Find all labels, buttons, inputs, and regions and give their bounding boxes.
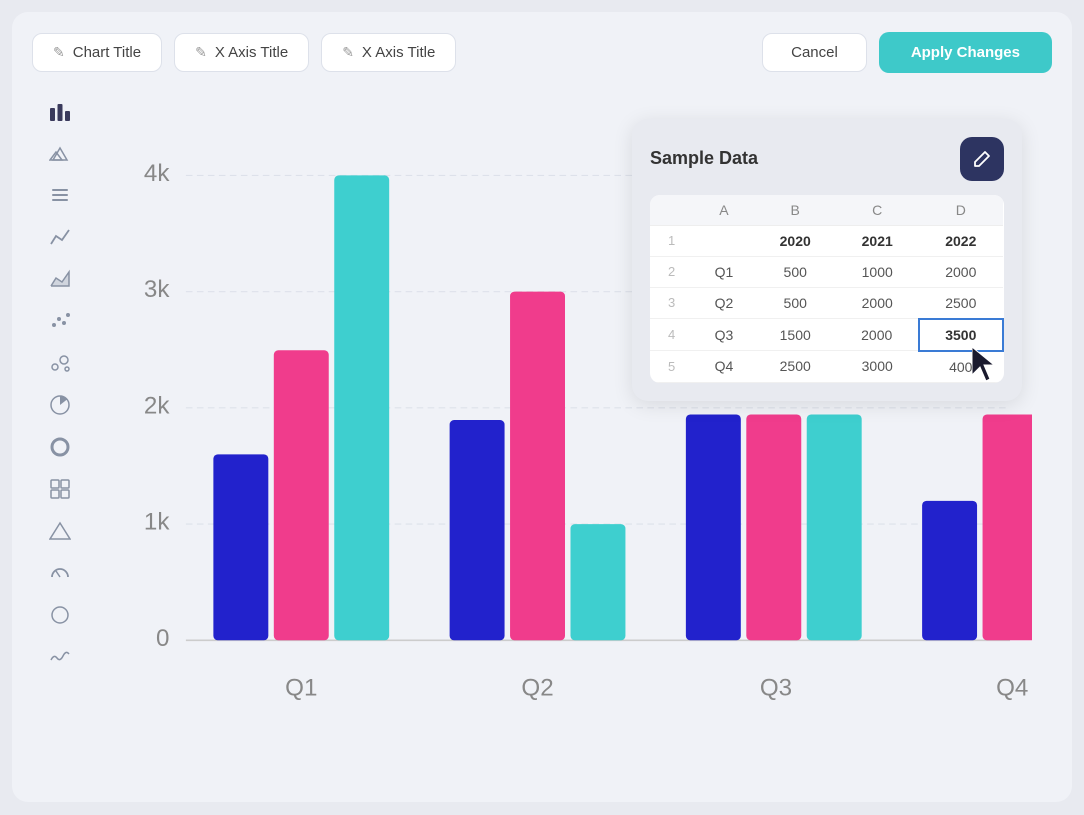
cell-2a[interactable]: Q1	[693, 256, 754, 287]
cell-2b[interactable]: 500	[755, 256, 836, 287]
col-header-b: B	[755, 195, 836, 226]
svg-text:3k: 3k	[144, 276, 170, 303]
pencil-icon-xaxis: ✎	[195, 44, 207, 61]
svg-text:2k: 2k	[144, 392, 170, 419]
col-header-c: C	[836, 195, 919, 226]
bubble-icon[interactable]	[42, 345, 78, 381]
y-axis-title-button[interactable]: ✎ X Axis Title	[321, 33, 456, 72]
svg-text:0: 0	[156, 624, 169, 651]
sidebar	[32, 89, 88, 815]
cell-1d[interactable]: 2022	[919, 225, 1003, 256]
treemap-icon[interactable]	[42, 471, 78, 507]
triangle-icon[interactable]	[42, 513, 78, 549]
cell-1b[interactable]: 2020	[755, 225, 836, 256]
pencil-icon-yaxis: ✎	[342, 44, 354, 61]
main-container: ✎ Chart Title ✎ X Axis Title ✎ X Axis Ti…	[12, 12, 1072, 802]
cell-3a[interactable]: Q2	[693, 287, 754, 319]
bar-chart-icon[interactable]	[42, 93, 78, 129]
table-row: 3 Q2 500 2000 2500	[650, 287, 1003, 319]
content-area: 4k 3k 2k 1k 0	[32, 89, 1052, 815]
cell-2d[interactable]: 2000	[919, 256, 1003, 287]
gauge-icon[interactable]	[42, 555, 78, 591]
y-axis-title-label: X Axis Title	[362, 44, 435, 61]
dot-scatter-icon[interactable]	[42, 303, 78, 339]
x-axis-title-label: X Axis Title	[215, 44, 288, 61]
donut-icon[interactable]	[42, 429, 78, 465]
cell-4d-highlighted[interactable]: 3500	[919, 319, 1003, 351]
svg-text:1k: 1k	[144, 508, 170, 535]
area-chart-icon[interactable]	[42, 261, 78, 297]
col-header-empty	[650, 195, 693, 226]
toolbar: ✎ Chart Title ✎ X Axis Title ✎ X Axis Ti…	[32, 32, 1052, 73]
chart-title-button[interactable]: ✎ Chart Title	[32, 33, 162, 72]
row-num-4: 4	[650, 319, 693, 351]
cancel-button[interactable]: Cancel	[762, 33, 867, 72]
cell-5c[interactable]: 3000	[836, 351, 919, 383]
table-row: 4 Q3 1500 2000 3500	[650, 319, 1003, 351]
svg-text:Q2: Q2	[521, 674, 553, 701]
list-icon[interactable]	[42, 177, 78, 213]
col-header-d: D	[919, 195, 1003, 226]
mountain-chart-icon[interactable]	[42, 135, 78, 171]
circle-icon[interactable]	[42, 597, 78, 633]
table-row: 1 2020 2021 2022	[650, 225, 1003, 256]
cell-3d[interactable]: 2500	[919, 287, 1003, 319]
sample-data-panel: Sample Data A B C D	[632, 119, 1022, 401]
data-table: A B C D 1 2020 2021	[650, 195, 1004, 383]
edit-data-button[interactable]	[960, 137, 1004, 181]
svg-text:Q1: Q1	[285, 674, 317, 701]
apply-changes-button[interactable]: Apply Changes	[879, 32, 1052, 73]
cell-5a[interactable]: Q4	[693, 351, 754, 383]
pencil-icon-chart: ✎	[53, 44, 65, 61]
apply-label: Apply Changes	[911, 44, 1020, 61]
cell-4c[interactable]: 2000	[836, 319, 919, 351]
cell-5b[interactable]: 2500	[755, 351, 836, 383]
cell-3b[interactable]: 500	[755, 287, 836, 319]
wave-icon[interactable]	[42, 639, 78, 675]
cancel-label: Cancel	[791, 44, 838, 61]
chart-title-label: Chart Title	[73, 44, 141, 61]
row-num-5: 5	[650, 351, 693, 383]
chart-area: 4k 3k 2k 1k 0	[98, 109, 1032, 795]
cell-4b[interactable]: 1500	[755, 319, 836, 351]
cell-4a[interactable]: Q3	[693, 319, 754, 351]
cell-1c[interactable]: 2021	[836, 225, 919, 256]
sample-data-title: Sample Data	[650, 148, 758, 169]
table-row: 5 Q4 2500 3000 400	[650, 351, 1003, 383]
cell-2c[interactable]: 1000	[836, 256, 919, 287]
x-axis-title-button[interactable]: ✎ X Axis Title	[174, 33, 309, 72]
pie-chart-icon[interactable]	[42, 387, 78, 423]
row-num-3: 3	[650, 287, 693, 319]
sample-data-header: Sample Data	[650, 137, 1004, 181]
table-row: 2 Q1 500 1000 2000	[650, 256, 1003, 287]
cell-3c[interactable]: 2000	[836, 287, 919, 319]
col-header-a: A	[693, 195, 754, 226]
cell-1a[interactable]	[693, 225, 754, 256]
svg-text:Q3: Q3	[760, 674, 792, 701]
cell-5d[interactable]: 400	[919, 351, 1003, 383]
svg-text:4k: 4k	[144, 159, 170, 186]
svg-text:Q4: Q4	[996, 674, 1028, 701]
line-chart-icon[interactable]	[42, 219, 78, 255]
row-num-2: 2	[650, 256, 693, 287]
row-num-1: 1	[650, 225, 693, 256]
chart-wrapper: 4k 3k 2k 1k 0	[88, 89, 1052, 815]
